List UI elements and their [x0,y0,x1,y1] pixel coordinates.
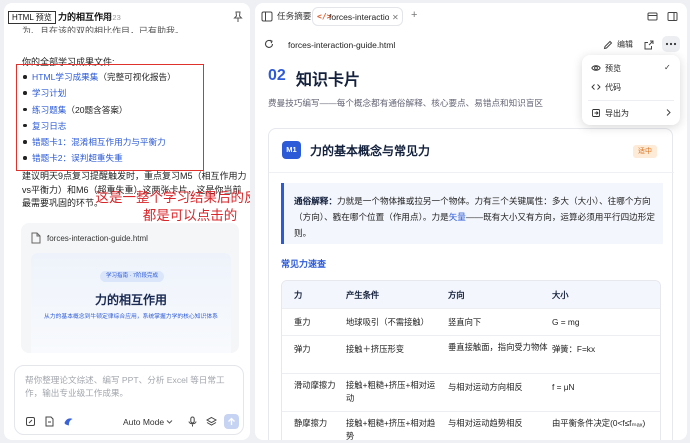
difficulty-badge: 适中 [633,145,657,158]
table-cell: 静摩擦力 [294,418,328,428]
file-icon [31,232,41,244]
table-cell: 弹力 [294,344,311,354]
previous-message-tail: 为、且在该的双的相比作目，已有助我。 [22,26,185,33]
table-cell: 重力 [294,317,311,327]
thumbnail-title: 力的相互作用 [94,293,167,307]
card-title: 力的基本概念与常见力 [310,144,431,158]
code-icon [591,84,601,90]
html-preview-badge: HTML 预览 [8,11,56,24]
quick-reference-heading: 常见力速查 [281,259,327,269]
plain-explanation: 通俗解释：力就是一个物体推或拉另一个物体。力有三个关键属性：多大（大小）、往哪个… [281,183,663,244]
module-badge: M1 [282,141,301,159]
menu-label-code: 代码 [605,83,621,92]
arrow-up-icon [228,417,235,425]
table-header: 大小 [552,290,569,300]
chevron-down-icon[interactable] [166,418,173,425]
share-icon[interactable] [644,40,654,50]
close-icon[interactable]: ✕ [392,13,399,22]
table-cell: 接触+粗糙+挤压+相对运动 [346,380,436,403]
table-header: 力 [294,290,303,300]
table-row: 静摩擦力 接触+粗糙+挤压+相对趋势 与相对运动趋势相反 由平衡条件决定(0<f… [282,412,660,440]
forces-table: 力 产生条件 方向 大小 重力 地球吸引（不需接触） 竖直向下 G = mg 弹… [281,280,661,440]
address-bar: forces-interaction-guide.html 编辑 [255,33,687,57]
edit-label: 编辑 [617,40,633,49]
url-text[interactable]: forces-interaction-guide.html [288,40,395,50]
section-title: 知识卡片 [296,72,361,89]
table-cell: 与相对运动趋势相反 [448,418,523,428]
table-cell: 滑动摩擦力 [294,380,336,390]
table-header: 产生条件 [346,290,380,300]
model-logo-icon[interactable] [63,416,74,427]
edit-button[interactable]: 编辑 [603,39,633,50]
menu-divider [588,100,674,101]
add-tab-icon[interactable]: + [411,9,417,21]
tab-label: forces-interaction-guide.html [329,12,389,22]
tab-bar: 任务摘要 </> forces-interaction-guide.html ✕… [255,3,687,29]
more-dots-icon [665,42,677,46]
table-cell: 接触+粗糙+挤压+相对趋势 [346,418,436,440]
mode-selector[interactable]: Auto Mode [123,417,164,427]
more-options-button[interactable] [662,36,680,52]
table-row: 重力 地球吸引（不需接触） 竖直向下 G = mg [282,309,660,336]
table-cell: 接触＋挤压形变 [346,344,405,354]
table-cell: 弹簧：F=kx [552,344,596,354]
menu-item-code[interactable]: 代码 [582,78,680,96]
window-icon[interactable] [647,11,658,22]
section-subtitle: 费曼技巧编写——每个概念都有通俗解释、核心要点、易错点和知识盲区 [268,98,544,108]
table-cell: 与相对运动方向相反 [448,382,523,392]
table-cell: G = mg [552,317,580,327]
section-number: 02 [268,67,286,84]
table-row: 弹力 接触＋挤压形变 垂直接触面，指向受力物体 弹簧：F=kx [282,336,660,374]
thumbnail-subtitle: 从力的基本概念到牛顿定律综合应用，系统掌握力学的核心知识体系 [44,314,218,320]
export-icon [592,109,600,117]
table-cell: 垂直接触面，指向受力物体 [448,342,548,352]
attach-icon[interactable] [25,416,36,427]
thumbnail-pill: 学习指南 · 7阶段完成 [100,271,164,282]
more-options-menu: 预览 ✓ 代码 导出为 [582,55,680,125]
app-root: HTML 预览 力的相互作用 23:23 为、且在该的双的相比作目，已有助我。 … [0,0,690,443]
send-button[interactable] [224,414,239,429]
input-toolbar: Auto Mode [15,414,245,430]
microphone-icon[interactable] [187,416,198,427]
chat-input-placeholder[interactable]: 帮你整理论文综述、编写 PPT、分析 Excel 等日常工作，输出专业级工作成果… [25,374,235,400]
chat-input-box[interactable]: 帮你整理论文综述、编写 PPT、分析 Excel 等日常工作，输出专业级工作成果… [14,365,244,435]
table-row: 滑动摩擦力 接触+粗糙+挤压+相对运动 与相对运动方向相反 f = μN [282,374,660,412]
stack-icon[interactable] [206,416,217,427]
pen-icon [603,40,613,49]
chevron-right-icon [666,109,671,116]
tab-task-summary[interactable]: 任务摘要 [277,11,311,22]
table-header-row: 力 产生条件 方向 大小 [282,281,660,309]
table-cell: 地球吸引（不需接触） [346,317,429,327]
explanation-text: 通俗解释：力就是一个物体推或拉另一个物体。力有三个关键属性：多大（大小）、往哪个… [294,196,655,238]
table-cell: 竖直向下 [448,317,482,327]
menu-label-export: 导出为 [605,109,629,118]
file-preview-card[interactable]: forces-interaction-guide.html 学习指南 · 7阶段… [21,223,239,353]
file-name: forces-interaction-guide.html [47,233,148,243]
chat-time: 23:23 [102,13,121,22]
pin-icon[interactable] [233,11,243,23]
knowledge-card-m1: M1 力的基本概念与常见力 适中 通俗解释：力就是一个物体推或拉另一个物体。力有… [268,128,674,440]
card-header: M1 力的基本概念与常见力 适中 [269,129,674,173]
highlight-box [16,64,204,171]
sidebar-toggle-icon[interactable] [667,11,678,22]
menu-item-export[interactable]: 导出为 [582,104,680,122]
menu-label-preview: 预览 [605,64,621,73]
reload-icon[interactable] [264,39,274,49]
file-card-header: forces-interaction-guide.html [31,232,148,244]
file-thumbnail[interactable]: 学习指南 · 7阶段完成 力的相互作用 从力的基本概念到牛顿定律综合应用，系统掌… [31,253,231,353]
table-header: 方向 [448,290,465,300]
check-icon: ✓ [664,63,671,72]
table-cell: f = μN [552,382,575,392]
menu-item-preview[interactable]: 预览 ✓ [582,59,680,77]
tab-forces-guide[interactable]: </> forces-interaction-guide.html ✕ [312,7,403,26]
chat-panel: HTML 预览 力的相互作用 23:23 为、且在该的双的相比作目，已有助我。 … [4,3,250,440]
eye-icon [591,65,601,71]
panel-layout-icon[interactable] [261,11,273,22]
red-annotation: 这是一整个学习结果后的反馈，都是可以点击的 [95,190,251,223]
document-icon[interactable] [44,416,55,427]
table-cell: 由平衡条件决定(0<f≤fₘₐₓ) [552,418,646,428]
